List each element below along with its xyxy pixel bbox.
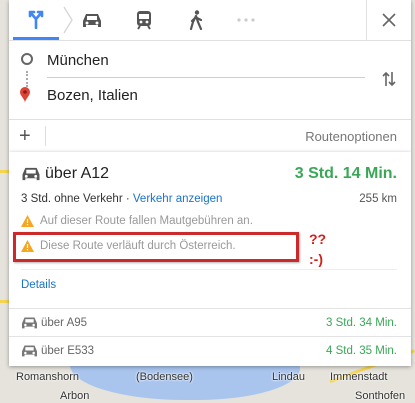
route-dots-icon	[26, 71, 30, 87]
more-icon	[237, 18, 255, 22]
walk-icon	[189, 10, 203, 30]
annotation-question: ??	[309, 231, 327, 247]
divider	[45, 126, 46, 146]
map-label: Immenstadt	[330, 371, 388, 383]
best-mode-icon	[28, 10, 44, 29]
map-label: (Bodensee)	[136, 371, 193, 383]
warning-icon	[21, 215, 34, 227]
route-distance: 255 km	[359, 193, 397, 205]
mode-best[interactable]	[13, 0, 59, 40]
details-link[interactable]: Details	[21, 279, 56, 291]
alt-route-duration: 4 Std. 35 Min.	[326, 345, 397, 357]
mode-car[interactable]	[69, 0, 115, 40]
car-icon	[22, 317, 37, 329]
car-icon	[22, 345, 37, 357]
toll-warning-text: Auf dieser Route fallen Mautgebühren an.	[40, 215, 253, 227]
map-label: Sonthofen	[355, 390, 406, 402]
destination-pin-icon	[20, 87, 30, 103]
annotation-text: ?? :-)	[309, 229, 326, 269]
mode-more[interactable]	[223, 0, 269, 40]
car-icon	[22, 167, 40, 181]
alt-route-row[interactable]: über A95 3 Std. 34 Min.	[9, 308, 411, 337]
divider	[21, 269, 397, 270]
route-duration: 3 Std. 14 Min.	[294, 165, 397, 182]
traffic-note-text: 3 Std. ohne Verkehr ·	[21, 193, 130, 205]
toll-warning: Auf dieser Route fallen Mautgebühren an.	[21, 215, 253, 227]
alt-route-via: über E533	[41, 345, 95, 357]
add-destination-button[interactable]: +	[19, 125, 31, 148]
origin-dot-icon	[21, 53, 33, 65]
mode-transit[interactable]	[121, 0, 167, 40]
mode-walk[interactable]	[173, 0, 219, 40]
alt-route-row[interactable]: über E533 4 Std. 35 Min.	[9, 336, 411, 365]
routes-card: über A12 3 Std. 14 Min. 3 Std. ohne Verk…	[9, 152, 411, 366]
map-label: Arbon	[60, 390, 90, 402]
close-button[interactable]	[366, 0, 411, 40]
origin-input[interactable]: München	[47, 52, 109, 69]
map-label: Lindau	[272, 371, 306, 383]
directions-panel: München Bozen, Italien + Routenoptionen	[9, 0, 411, 152]
traffic-note: 3 Std. ohne Verkehr · Verkehr anzeigen	[21, 193, 222, 205]
show-traffic-link[interactable]: Verkehr anzeigen	[133, 193, 223, 205]
route-options-link[interactable]: Routenoptionen	[305, 129, 397, 144]
alt-route-via: über A95	[41, 317, 88, 329]
travel-mode-bar	[9, 0, 411, 41]
waypoints-section: München Bozen, Italien	[9, 41, 411, 120]
annotation-smiley: :-)	[309, 251, 323, 267]
car-icon	[83, 14, 101, 27]
options-row: + Routenoptionen	[9, 120, 411, 152]
swap-icon[interactable]	[381, 71, 397, 87]
route-via[interactable]: über A12	[45, 165, 109, 183]
alt-route-duration: 3 Std. 34 Min.	[326, 317, 397, 329]
map-label: Romanshorn	[16, 371, 79, 383]
origin-underline	[47, 77, 365, 78]
close-icon	[382, 13, 396, 27]
transit-icon	[137, 11, 151, 30]
destination-input[interactable]: Bozen, Italien	[47, 87, 138, 104]
annotation-highlight-box	[13, 232, 299, 262]
